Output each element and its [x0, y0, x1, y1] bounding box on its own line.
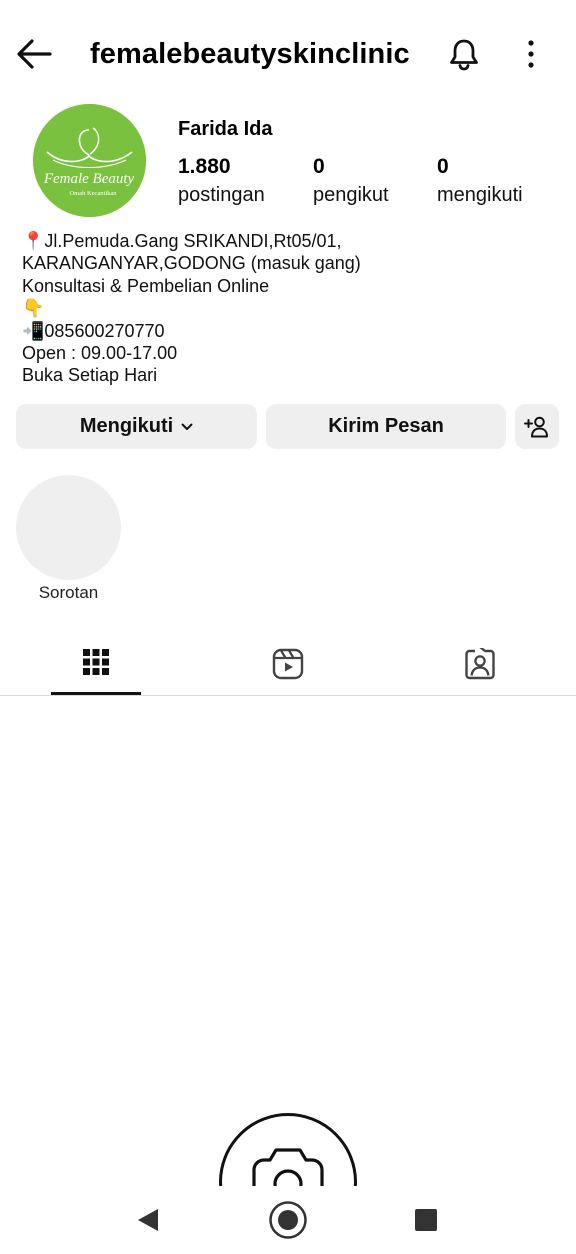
chevron-down-icon: [181, 423, 193, 430]
send-message-button[interactable]: Kirim Pesan: [266, 404, 506, 449]
bio-line: Open : 09.00-17.00: [22, 343, 178, 364]
profile-username: femalebeautyskinclinic: [90, 38, 410, 70]
profile-avatar[interactable]: Female Beauty Omah Kecantikan: [33, 104, 146, 217]
highlight-label: Sorotan: [38, 583, 99, 602]
tab-posts-grid[interactable]: [51, 632, 141, 695]
more-vertical-icon: [528, 40, 534, 68]
stat-posts[interactable]: 1.880 postingan: [178, 154, 265, 208]
bio-line: 👇: [22, 298, 45, 319]
grid-icon: [83, 649, 109, 675]
bio-line: Buka Setiap Hari: [22, 365, 158, 386]
stat-posts-count: 1.880: [178, 155, 231, 178]
stat-posts-label: postingan: [178, 184, 265, 206]
profile-page: femalebeautyskinclinic Female Beauty Oma…: [0, 0, 576, 1254]
reels-icon: [272, 648, 304, 679]
arrow-left-icon: [17, 39, 52, 69]
bio-line: Konsultasi & Pembelian Online: [22, 275, 270, 296]
nav-home-icon: [269, 1201, 307, 1239]
following-button-label: Mengikuti: [79, 415, 174, 437]
nav-back-button[interactable]: [134, 1206, 162, 1234]
nav-back-icon: [138, 1209, 158, 1231]
suggest-accounts-button[interactable]: [515, 404, 559, 449]
stat-following-label: mengikuti: [437, 184, 523, 206]
tab-reels[interactable]: [243, 632, 333, 695]
svg-text:Female Beauty: Female Beauty: [43, 171, 135, 187]
highlight-circle[interactable]: [16, 475, 121, 580]
stat-following-count: 0: [437, 155, 449, 178]
brand-logo: Female Beauty Omah Kecantikan: [33, 104, 146, 217]
profile-tabs: [0, 632, 576, 696]
stat-following[interactable]: 0 mengikuti: [437, 154, 523, 208]
system-navigation-bar: [0, 1186, 576, 1254]
nav-home-button[interactable]: [268, 1200, 308, 1240]
bio-line: 📍Jl.Pemuda.Gang SRIKANDI,Rt05/01,: [22, 231, 342, 251]
stat-followers-label: pengikut: [313, 184, 389, 206]
bell-icon: [450, 39, 478, 71]
following-button[interactable]: Mengikuti: [16, 404, 257, 449]
add-person-icon: [524, 416, 548, 437]
back-button[interactable]: [14, 36, 54, 72]
bio-line: KARANGANYAR,GODONG (masuk gang): [22, 253, 361, 274]
stat-followers[interactable]: 0 pengikut: [313, 154, 389, 208]
top-bar: femalebeautyskinclinic: [0, 26, 576, 82]
send-message-label: Kirim Pesan: [328, 415, 444, 437]
bio-line: 📲085600270770: [22, 320, 165, 341]
more-options-button[interactable]: [518, 36, 544, 72]
tab-tagged[interactable]: [435, 632, 525, 695]
profile-bio: 📍Jl.Pemuda.Gang SRIKANDI,Rt05/01, KARANG…: [22, 230, 562, 387]
nav-recent-button[interactable]: [414, 1208, 438, 1232]
nav-recent-icon: [415, 1209, 437, 1231]
notifications-button[interactable]: [446, 36, 482, 72]
display-name: Farida Ida: [178, 118, 273, 140]
tagged-person-icon: [465, 647, 495, 679]
svg-text:Omah Kecantikan: Omah Kecantikan: [69, 190, 117, 197]
stat-followers-count: 0: [313, 155, 325, 178]
